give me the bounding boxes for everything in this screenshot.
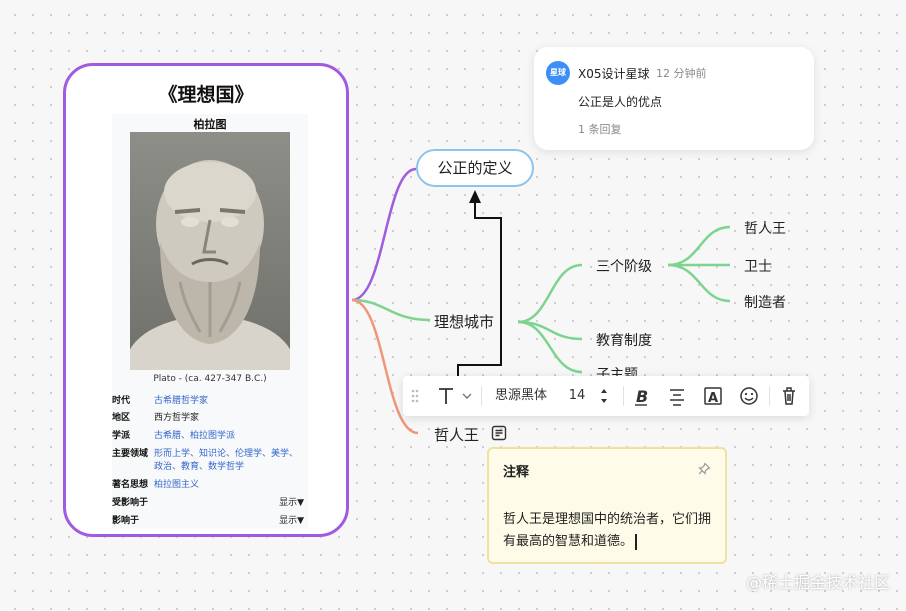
branch-line-justice xyxy=(351,167,417,302)
row-key: 学派 xyxy=(112,431,131,441)
font-size-stepper-icon[interactable] xyxy=(597,376,611,416)
node-education-system[interactable]: 教育制度 xyxy=(596,330,652,350)
infobox: 柏拉图 Plato - (ca. 427-347 B.C.) 时代 古希腊哲学家… xyxy=(112,114,308,528)
toolbar-divider xyxy=(769,386,770,406)
comment-timestamp: 12 分钟前 xyxy=(656,67,707,80)
node-ideal-city[interactable]: 理想城市 xyxy=(434,311,494,332)
row-value: 西方哲学家 xyxy=(154,413,200,423)
row-value-link[interactable]: 柏拉图主义 xyxy=(154,479,304,492)
toolbar-divider xyxy=(481,386,482,406)
branch-line-philosopher-king xyxy=(667,225,731,267)
node-guardian[interactable]: 卫士 xyxy=(744,256,772,276)
svg-text:A: A xyxy=(708,391,718,406)
row-value-link[interactable]: 古希腊、柏拉图学派 xyxy=(154,430,304,443)
node-king-branch[interactable]: 哲人王 xyxy=(434,424,479,445)
font-size-value[interactable]: 14 xyxy=(563,376,591,416)
comment-text: 公正是人的优点 xyxy=(578,95,663,109)
text-color-icon[interactable]: A xyxy=(701,376,725,416)
comment-author: X05设计星球 xyxy=(578,67,650,81)
show-toggle[interactable]: 显示▼ xyxy=(279,497,304,510)
note-body[interactable]: 哲人王是理想国中的统治者，它们拥有最高的智慧和道德。 xyxy=(503,509,713,553)
note-card[interactable]: 注释 哲人王是理想国中的统治者，它们拥有最高的智慧和道德。 xyxy=(487,447,727,564)
row-key: 主要领域 xyxy=(112,449,149,459)
infobox-name: 柏拉图 xyxy=(193,118,227,131)
relation-arrow xyxy=(457,200,502,376)
bold-icon[interactable]: B xyxy=(629,376,653,416)
note-icon[interactable] xyxy=(491,425,507,441)
row-key: 著名思想 xyxy=(112,480,149,490)
pin-icon[interactable] xyxy=(697,461,711,475)
row-value-link[interactable]: 形而上学、知识论、伦理学、美学、政治、教育、数学哲学 xyxy=(154,448,304,474)
watermark: @稀土掘金技术社区 xyxy=(745,573,890,592)
node-philosopher-king[interactable]: 哲人王 xyxy=(744,218,786,238)
row-key: 受影响于 xyxy=(112,498,149,508)
emoji-icon[interactable] xyxy=(737,376,761,416)
branch-line-producer xyxy=(667,263,731,303)
note-title: 注释 xyxy=(503,465,530,480)
font-family-select[interactable]: 思源黑体 xyxy=(489,376,553,416)
branch-line-classes xyxy=(517,263,583,324)
text-format-toolbar: 思源黑体 14 B A xyxy=(403,376,809,416)
text-caret xyxy=(635,533,637,550)
row-key: 地区 xyxy=(112,413,131,423)
row-value-link[interactable]: 古希腊哲学家 xyxy=(154,395,304,408)
comment-card[interactable]: 星球 X05设计星球 12 分钟前 公正是人的优点 1 条回复 xyxy=(534,47,814,150)
row-key: 影响于 xyxy=(112,516,140,526)
align-center-icon[interactable] xyxy=(665,376,689,416)
text-style-dropdown[interactable] xyxy=(431,376,477,416)
root-title: 《理想国》 xyxy=(158,84,254,106)
portrait-caption: Plato - (ca. 427-347 B.C.) xyxy=(153,374,267,384)
root-topic-card[interactable]: 《理想国》 柏拉图 Plato - (ca. 427-347 B.C.) 时代 … xyxy=(63,63,349,537)
note-text: 哲人王是理想国中的统治者，它们拥有最高的智慧和道德。 xyxy=(503,512,712,549)
node-producer[interactable]: 制造者 xyxy=(744,292,786,312)
toolbar-divider xyxy=(623,386,624,406)
node-justice-definition[interactable]: 公正的定义 xyxy=(416,149,534,187)
delete-icon[interactable] xyxy=(777,376,801,416)
show-toggle[interactable]: 显示▼ xyxy=(279,515,304,528)
node-three-classes[interactable]: 三个阶级 xyxy=(596,256,652,276)
plato-bust-image xyxy=(130,132,290,370)
drag-handle-icon[interactable] xyxy=(407,376,423,416)
relation-arrowhead xyxy=(469,190,481,203)
branch-line-city xyxy=(351,298,431,322)
comment-replies-link[interactable]: 1 条回复 xyxy=(578,121,622,137)
svg-text:B: B xyxy=(636,387,648,406)
avatar: 星球 xyxy=(546,61,570,85)
row-key: 时代 xyxy=(112,396,131,406)
